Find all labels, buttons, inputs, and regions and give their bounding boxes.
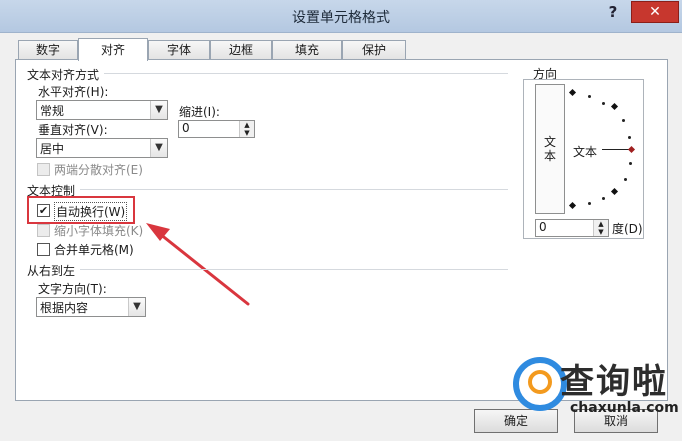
angle-dot-icon [629, 162, 632, 165]
text-direction-label: 文字方向(T): [38, 282, 107, 296]
orientation-text: 文本 [573, 145, 598, 159]
vertical-text-char: 本 [543, 149, 556, 163]
text-direction-select[interactable]: 根据内容 ▼ [36, 297, 146, 317]
orientation-handle-icon[interactable] [627, 145, 636, 154]
tab-alignment[interactable]: 对齐 [78, 38, 148, 61]
watermark-text: 查询啦 [560, 362, 668, 402]
angle-dot-icon [602, 197, 605, 200]
section-divider [80, 269, 508, 270]
rtl-heading: 从右到左 [27, 264, 76, 278]
angle-dot-icon [602, 102, 605, 105]
angle-dot-icon [588, 95, 591, 98]
angle-dot-icon [622, 119, 625, 122]
text-direction-value: 根据内容 [40, 301, 89, 315]
angle-dot-icon [588, 202, 591, 205]
angle-marker-icon [568, 201, 577, 210]
ok-button[interactable]: 确定 [474, 409, 558, 433]
orientation-pointer [602, 149, 630, 150]
orientation-dial[interactable]: 文本 [566, 84, 642, 214]
angle-marker-icon [610, 187, 619, 196]
watermark-logo-dot-icon [528, 370, 552, 394]
degree-label: 度(D) [612, 222, 643, 236]
chevron-down-icon[interactable]: ▼ [128, 298, 145, 316]
angle-dot-icon [628, 136, 631, 139]
angle-dot-icon [624, 178, 627, 181]
spin-arrows-icon[interactable]: ▲ ▼ [593, 220, 608, 236]
watermark-url: chaxunla.com [570, 400, 679, 416]
angle-marker-icon [568, 88, 577, 97]
degree-spinner[interactable]: 0 ▲ ▼ [535, 219, 609, 237]
vertical-text-button[interactable]: 文 本 [535, 84, 565, 214]
degree-value: 0 [539, 220, 547, 234]
format-cells-dialog: 设置单元格格式 ? ✕ 数字 对齐 字体 边框 填充 保护 文本对齐方式 水平对… [0, 0, 682, 441]
angle-marker-icon [610, 102, 619, 111]
vertical-text-char: 文 [543, 135, 556, 149]
